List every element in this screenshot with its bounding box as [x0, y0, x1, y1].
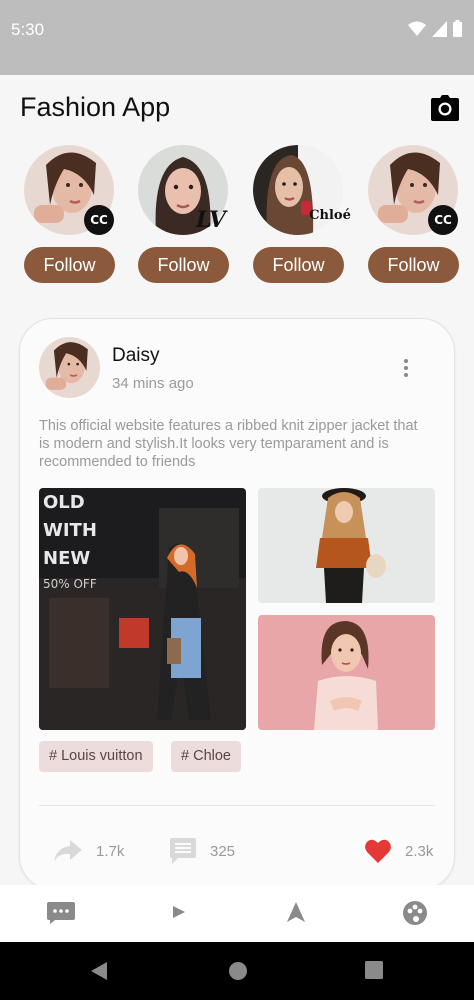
- follow-button[interactable]: Follow: [368, 247, 459, 283]
- heart-icon: [365, 839, 391, 863]
- share-action[interactable]: 1.7k: [54, 837, 124, 865]
- wifi-icon: [408, 21, 426, 36]
- comment-action[interactable]: 325: [170, 837, 235, 865]
- chanel-logo-badge: CC: [428, 205, 458, 235]
- tag-chip[interactable]: # Chloe: [171, 741, 241, 772]
- story-item: LV Follow: [138, 145, 230, 285]
- more-options-button[interactable]: [400, 357, 412, 379]
- divider: [39, 805, 435, 806]
- status-bar: 5:30: [0, 0, 474, 75]
- tag-chip[interactable]: # Louis vuitton: [39, 741, 153, 772]
- story-item: CC Follow: [368, 145, 460, 285]
- post-card: Daisy 34 mins ago This official website …: [19, 318, 455, 890]
- status-icons: [408, 20, 462, 37]
- follow-button[interactable]: Follow: [24, 247, 115, 283]
- post-text: This official website features a ribbed …: [39, 418, 418, 470]
- play-icon: [173, 906, 185, 918]
- story-item: CC Follow: [24, 145, 116, 285]
- author-name[interactable]: Daisy: [112, 345, 160, 367]
- share-icon: [54, 840, 82, 862]
- nav-item-explore[interactable]: [285, 900, 313, 926]
- overlay-text-with: WITH: [43, 520, 97, 541]
- post-time: 34 mins ago: [112, 375, 194, 392]
- recents-icon[interactable]: [365, 961, 383, 979]
- bottom-nav: [0, 885, 474, 942]
- like-count: 2.3k: [405, 842, 434, 860]
- comment-count: 325: [210, 842, 236, 860]
- post-photo-main[interactable]: OLD WITH NEW 50% OFF: [39, 488, 246, 730]
- system-nav-bar: [0, 942, 474, 1000]
- signal-icon: [432, 20, 447, 37]
- overlay-text-sale: 50% OFF: [43, 577, 97, 591]
- comment-icon: [170, 838, 196, 864]
- author-avatar[interactable]: [39, 337, 100, 398]
- camera-icon: [431, 95, 459, 121]
- like-action[interactable]: 2.3k: [365, 837, 433, 865]
- battery-icon: [453, 20, 462, 37]
- louis-vuitton-logo-badge: LV: [196, 207, 226, 233]
- chat-icon: [47, 902, 75, 924]
- follow-button[interactable]: Follow: [138, 247, 229, 283]
- page-title: Fashion App: [20, 92, 171, 122]
- follow-button[interactable]: Follow: [253, 247, 344, 283]
- post-photo-bottom[interactable]: [258, 615, 435, 730]
- chanel-logo-badge: CC: [84, 205, 114, 235]
- nav-item-play[interactable]: [170, 900, 198, 926]
- back-icon[interactable]: [90, 961, 108, 981]
- camera-button[interactable]: [431, 95, 459, 121]
- navigation-icon: [287, 902, 305, 922]
- story-item: Chloé Follow: [253, 145, 351, 285]
- palette-icon: [403, 901, 427, 925]
- home-icon[interactable]: [228, 961, 248, 981]
- overlay-text-new: NEW: [43, 548, 90, 569]
- nav-item-profile[interactable]: [402, 900, 430, 926]
- share-count: 1.7k: [96, 842, 125, 860]
- status-time: 5:30: [11, 20, 45, 39]
- more-vert-icon: [404, 359, 408, 363]
- overlay-text-old: OLD: [43, 492, 85, 513]
- nav-item-chat[interactable]: [47, 900, 75, 926]
- post-photo-top[interactable]: [258, 488, 435, 603]
- chloe-logo-badge: Chloé: [309, 208, 351, 223]
